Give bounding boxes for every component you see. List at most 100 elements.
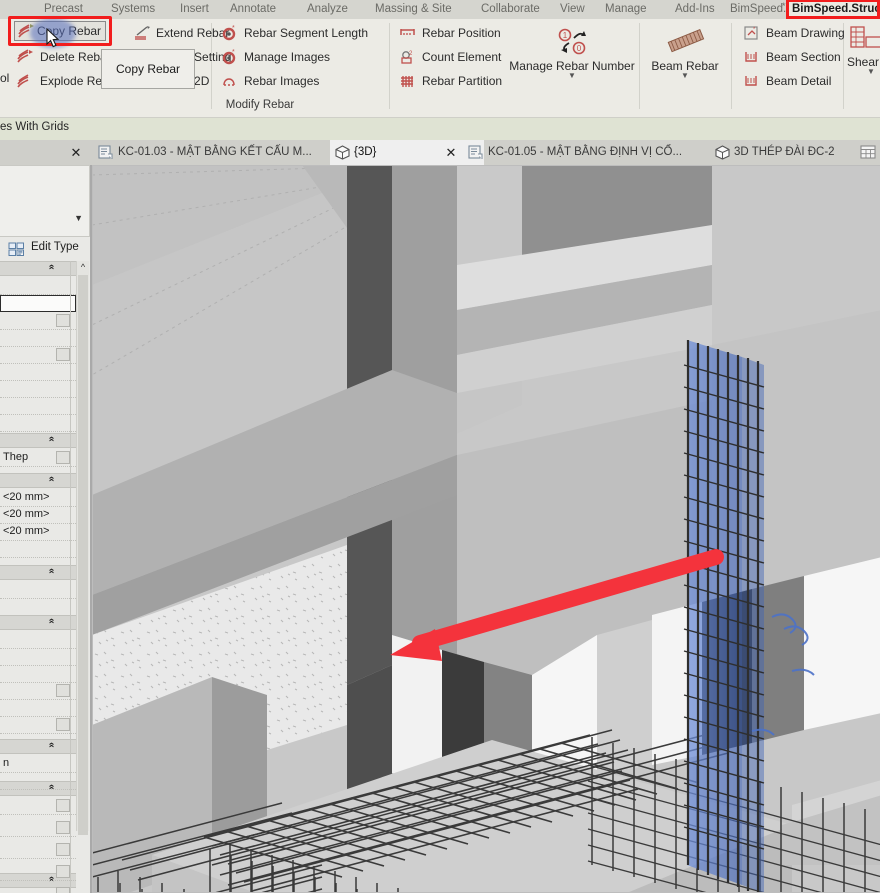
ribbon-column-beam[interactable]: * Beam Drawing Beam Section Beam Detail <box>740 21 845 93</box>
property-row[interactable]: <20 mm> <box>0 490 76 507</box>
property-value-button[interactable] <box>56 843 70 856</box>
type-selector-box[interactable] <box>0 165 90 237</box>
property-row[interactable] <box>0 717 76 734</box>
ribbon-tab-add-ins[interactable]: Add-Ins <box>675 0 715 19</box>
ribbon-column-modify-rebar-3[interactable]: * Rebar Segment Length * Manage Images R… <box>218 21 368 93</box>
ribbon-item-rebar-partition[interactable]: Rebar Partition <box>396 69 502 93</box>
property-row[interactable]: <20 mm> <box>0 507 76 524</box>
ribbon-tab-view[interactable]: View <box>560 0 585 19</box>
properties-panel[interactable]: ▼ Edit Type »»»»»»»»»Thep<20 mm><20 mm><… <box>0 165 90 893</box>
chevron-up-icon[interactable]: » <box>46 437 57 442</box>
property-value-button[interactable] <box>56 799 70 812</box>
chevron-down-icon[interactable]: ▼ <box>74 213 83 223</box>
model-viewport-3d[interactable] <box>90 165 880 893</box>
chevron-up-icon[interactable]: » <box>46 265 57 270</box>
property-group-header[interactable]: » <box>0 261 76 276</box>
ribbon-item-extend-rebar[interactable]: Extend Rebar <box>130 21 231 45</box>
ribbon-item-label: Rebar Images <box>244 74 320 88</box>
ribbon-column-modify-rebar-4[interactable]: Rebar Position 2 Count Element Rebar Par… <box>396 21 502 93</box>
view-tab-3d-thep[interactable]: 3D THÉP ĐÀI ĐC-2 <box>710 140 880 165</box>
property-value-button[interactable] <box>56 718 70 731</box>
ribbon-tab-analyze[interactable]: Analyze <box>307 0 348 19</box>
ribbon-tab-massing-site[interactable]: Massing & Site <box>375 0 452 19</box>
chevron-down-icon[interactable]: ▼ <box>632 72 738 80</box>
ribbon-big-button-beam-rebar[interactable]: Beam Rebar ▼ <box>632 25 738 80</box>
scroll-up-arrow-icon[interactable]: ^ <box>77 261 89 274</box>
ribbon-item-rebar-images[interactable]: Rebar Images <box>218 69 368 93</box>
property-row[interactable]: Thep <box>0 450 76 467</box>
view-tab-3d[interactable]: {3D} <box>330 140 484 165</box>
scrollbar-thumb[interactable] <box>78 275 88 835</box>
ribbon-tab-collaborate[interactable]: Collaborate <box>481 0 540 19</box>
ribbon-tab-insert[interactable]: Insert <box>180 0 209 19</box>
ribbon-tab-bar[interactable]: Precast Systems Insert Annotate Analyze Massi… <box>0 0 880 19</box>
table-icon[interactable] <box>860 145 876 165</box>
property-value-button[interactable] <box>56 348 70 361</box>
ribbon-big-button-manage-rebar-number[interactable]: 1 0 Manage Rebar Number ▼ <box>508 25 636 80</box>
property-value-button[interactable] <box>56 451 70 464</box>
property-row[interactable] <box>0 842 76 859</box>
ribbon-item-beam-drawing[interactable]: * Beam Drawing <box>740 21 845 45</box>
copy-rebar-button[interactable]: Copy Rebar <box>14 21 106 41</box>
ribbon-item-manage-images[interactable]: * Manage Images <box>218 45 368 69</box>
chevron-up-icon[interactable]: » <box>46 619 57 624</box>
property-group-header[interactable]: » <box>0 739 76 754</box>
property-row[interactable] <box>0 864 76 881</box>
property-row[interactable] <box>0 364 76 381</box>
property-row[interactable] <box>0 649 76 666</box>
property-row[interactable] <box>0 295 76 312</box>
property-row[interactable] <box>0 632 76 649</box>
property-row[interactable] <box>0 773 76 790</box>
property-row[interactable]: <20 mm> <box>0 524 76 541</box>
ribbon-tab-annotate[interactable]: Annotate <box>230 0 276 19</box>
property-row[interactable] <box>0 398 76 415</box>
chevron-up-icon[interactable]: » <box>46 743 57 748</box>
property-row[interactable] <box>0 313 76 330</box>
property-row[interactable] <box>0 541 76 558</box>
view-tab-kc0105[interactable]: KC-01.05 - MẬT BẰNG ĐỊNH VỊ CỔ... <box>464 140 728 165</box>
property-row[interactable] <box>0 683 76 700</box>
tab-close-icon[interactable]: ✕ <box>68 140 84 165</box>
chevron-up-icon[interactable]: » <box>46 569 57 574</box>
property-row[interactable] <box>0 820 76 837</box>
property-row[interactable] <box>0 278 76 295</box>
property-row[interactable] <box>0 330 76 347</box>
property-value-button[interactable] <box>56 684 70 697</box>
ribbon-tab-precast[interactable]: Precast <box>44 0 83 19</box>
property-row[interactable] <box>0 886 76 893</box>
tab-close-icon-3d[interactable]: ✕ <box>443 140 459 165</box>
ribbon-item-beam-detail[interactable]: Beam Detail <box>740 69 845 93</box>
property-value-button[interactable] <box>56 865 70 878</box>
chevron-down-icon[interactable]: ▼ <box>845 68 880 76</box>
ribbon-tab-systems[interactable]: Systems <box>111 0 155 19</box>
property-row[interactable]: n <box>0 756 76 773</box>
chevron-up-icon[interactable]: » <box>46 477 57 482</box>
ribbon-tab-manage[interactable]: Manage <box>605 0 647 19</box>
property-group-header[interactable]: » <box>0 615 76 630</box>
property-row[interactable] <box>0 700 76 717</box>
property-group-header[interactable]: » <box>0 473 76 488</box>
ribbon-item-rebar-position[interactable]: Rebar Position <box>396 21 502 45</box>
ribbon-tab-bimspeed-struct[interactable]: BimSpeed.Struct <box>786 0 880 19</box>
property-row[interactable] <box>0 798 76 815</box>
property-value-button[interactable] <box>56 821 70 834</box>
property-row[interactable] <box>0 347 76 364</box>
chevron-down-icon[interactable]: ▼ <box>508 72 636 80</box>
ribbon-item-beam-section[interactable]: Beam Section <box>740 45 845 69</box>
edit-type-button[interactable]: Edit Type <box>0 237 90 261</box>
property-value-button[interactable] <box>56 887 70 893</box>
ribbon-item-count-element[interactable]: 2 Count Element <box>396 45 502 69</box>
property-group-header[interactable]: » <box>0 565 76 580</box>
property-row[interactable] <box>0 415 76 432</box>
view-tab-bar[interactable]: ✕ KC-01.03 - MẬT BẰNG KẾT CẤU M... {3D} … <box>0 140 880 165</box>
property-row[interactable] <box>0 381 76 398</box>
properties-scrollbar[interactable]: ^ <box>76 261 89 835</box>
options-bar[interactable]: es With Grids <box>0 118 880 141</box>
property-row[interactable] <box>0 666 76 683</box>
ribbon-item-rebar-segment-length[interactable]: * Rebar Segment Length <box>218 21 368 45</box>
ribbon-big-button-shear-wall[interactable]: Shear W ▼ <box>845 25 880 76</box>
property-value-button[interactable] <box>56 314 70 327</box>
view-tab-kc0103[interactable]: KC-01.03 - MẬT BẰNG KẾT CẤU M... <box>94 140 342 165</box>
property-row[interactable] <box>0 582 76 599</box>
property-group-header[interactable]: » <box>0 433 76 448</box>
